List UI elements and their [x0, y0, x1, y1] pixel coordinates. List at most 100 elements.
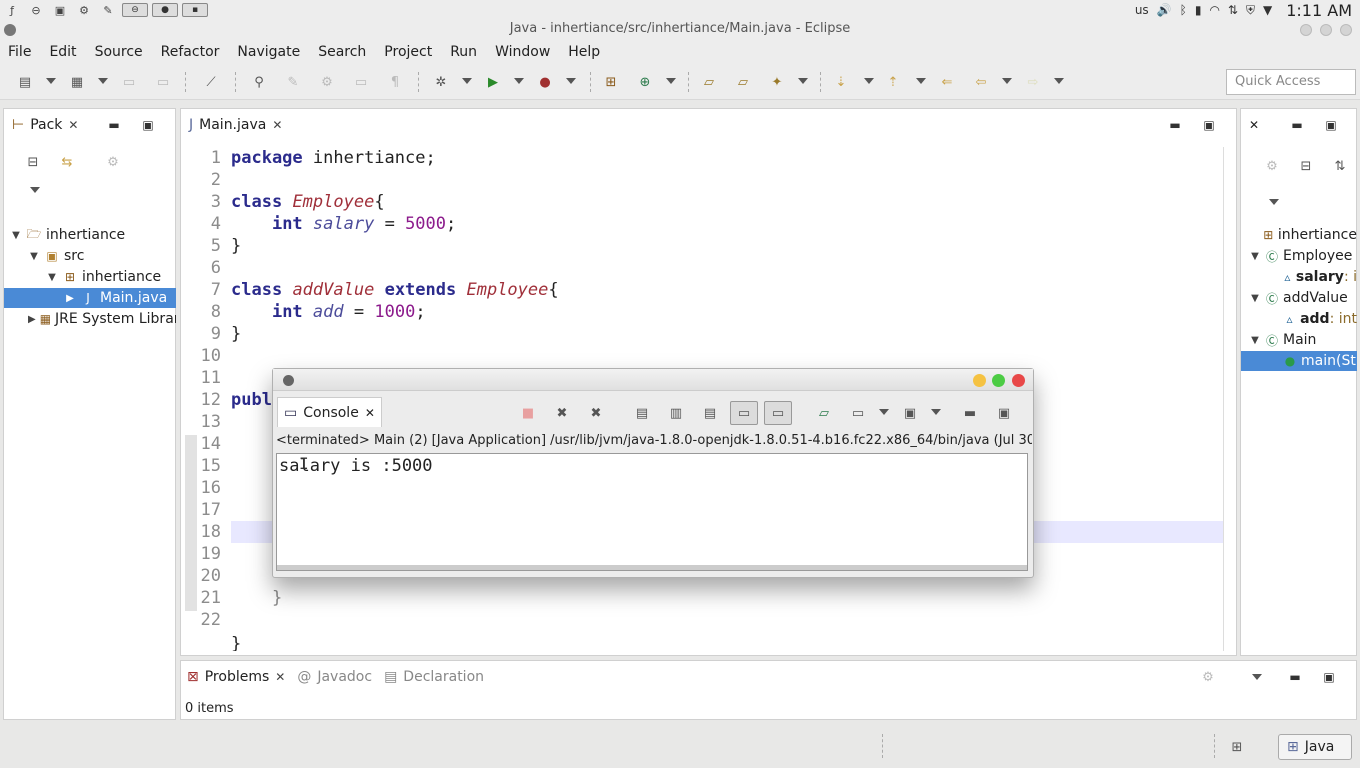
- run-external-tools-icon[interactable]: ●: [536, 73, 554, 91]
- show-when-stdout-icon[interactable]: ▭: [730, 401, 758, 425]
- run-icon[interactable]: ▶: [484, 73, 502, 91]
- previous-annotation-dropdown-chevron-icon[interactable]: [916, 78, 926, 84]
- previous-annotation-arrow-icon[interactable]: ⇡: [884, 73, 902, 91]
- remove-launch-icon[interactable]: ✖: [553, 404, 571, 422]
- open-console-chevron-icon[interactable]: [931, 409, 941, 415]
- outline-item[interactable]: ▼ Ⓒ Employee: [1241, 246, 1357, 266]
- word-wrap-icon[interactable]: ▤: [701, 404, 719, 422]
- expanded-chevron-icon[interactable]: ▼: [46, 272, 58, 283]
- new-file-icon[interactable]: ▤: [16, 73, 34, 91]
- volume-icon[interactable]: 🔊: [1157, 3, 1172, 17]
- tree-item[interactable]: ▼ ⊞ inhertiance: [4, 267, 176, 287]
- next-annotation-arrow-icon[interactable]: ⇣: [832, 73, 850, 91]
- back-dropdown-chevron-icon[interactable]: [1002, 78, 1012, 84]
- taskbar-window-3[interactable]: ▪: [182, 3, 208, 17]
- minimize-view-icon[interactable]: ▬: [1291, 119, 1303, 131]
- remove-all-terminated-icon[interactable]: ✖: [587, 404, 605, 422]
- new-package-icon[interactable]: ▦: [68, 73, 86, 91]
- block-selection-icon[interactable]: ▭: [352, 73, 370, 91]
- tray-menu-chevron-icon[interactable]: ▼: [1263, 3, 1272, 17]
- maximize-view-icon[interactable]: ▣: [1323, 671, 1335, 683]
- outline-item[interactable]: ● main(St: [1241, 351, 1357, 371]
- display-console-chevron-icon[interactable]: [879, 409, 889, 415]
- console-minimize-button[interactable]: [973, 374, 986, 387]
- view-menu-chevron-icon[interactable]: [1269, 199, 1279, 205]
- battery-icon[interactable]: ▮: [1195, 3, 1202, 17]
- menu-navigate[interactable]: Navigate: [237, 44, 300, 60]
- minimize-console-icon[interactable]: ▬: [961, 404, 979, 422]
- close-icon[interactable]: ✕: [275, 670, 285, 684]
- outline-item[interactable]: ▼ Ⓒ Main: [1241, 330, 1357, 350]
- next-annotation-dropdown-chevron-icon[interactable]: [864, 78, 874, 84]
- new-java-class-icon[interactable]: ⊕: [636, 73, 654, 91]
- maximize-console-icon[interactable]: ▣: [995, 404, 1013, 422]
- network-tools-icon[interactable]: ⚙: [74, 2, 94, 18]
- scroll-lock-icon[interactable]: ▥: [667, 404, 685, 422]
- search-dropdown-chevron-icon[interactable]: [798, 78, 808, 84]
- console-output-area[interactable]: salary is :5000 I: [276, 453, 1028, 571]
- close-icon[interactable]: ✕: [272, 118, 282, 132]
- system-clock[interactable]: 1:11 AM: [1286, 1, 1352, 20]
- new-java-package-icon[interactable]: ⊞: [602, 73, 620, 91]
- expanded-chevron-icon[interactable]: ▼: [1249, 335, 1261, 346]
- new-dropdown-chevron-icon[interactable]: [46, 78, 56, 84]
- close-icon[interactable]: ✕: [365, 406, 375, 420]
- taskbar-window-2[interactable]: ●: [152, 3, 178, 17]
- wifi-icon[interactable]: ◠: [1209, 3, 1219, 17]
- console-horizontal-scrollbar[interactable]: [277, 565, 1027, 570]
- bluetooth-icon[interactable]: ᛒ: [1180, 3, 1187, 17]
- outline-item[interactable]: ▵ add : int: [1241, 309, 1357, 329]
- show-whitespace-icon[interactable]: ¶: [386, 73, 404, 91]
- display-selected-console-icon[interactable]: ▭: [849, 404, 867, 422]
- minimize-view-icon[interactable]: ▬: [108, 119, 120, 131]
- editor-icon[interactable]: ✎: [98, 2, 118, 18]
- tree-item[interactable]: ▼ ▣ src: [4, 246, 176, 266]
- menu-source[interactable]: Source: [95, 44, 143, 60]
- save-icon[interactable]: ▭: [120, 73, 138, 91]
- run-dropdown-chevron-icon[interactable]: [514, 78, 524, 84]
- open-type-icon[interactable]: ▱: [700, 73, 718, 91]
- view-menu-icon[interactable]: ⚙: [104, 153, 122, 171]
- maximize-view-icon[interactable]: ▣: [1325, 119, 1337, 131]
- maximize-editor-icon[interactable]: ▣: [1203, 119, 1215, 131]
- new-class-dropdown-chevron-icon[interactable]: [666, 78, 676, 84]
- console-window-menu-icon[interactable]: [283, 375, 294, 386]
- tree-item[interactable]: ▶ ▦ JRE System Librar: [4, 309, 176, 329]
- minimize-view-icon[interactable]: ▬: [1289, 671, 1301, 683]
- expanded-chevron-icon[interactable]: ▼: [1249, 251, 1261, 262]
- outline-item[interactable]: ▼ ⒸaddValue: [1241, 288, 1357, 308]
- sort-icon[interactable]: ⇅: [1331, 157, 1349, 175]
- window-maximize-button[interactable]: [1320, 24, 1332, 36]
- outline-item[interactable]: ⊞ inhertiance: [1241, 225, 1357, 245]
- expanded-chevron-icon[interactable]: ▼: [10, 230, 22, 241]
- terminate-icon[interactable]: ■: [519, 404, 537, 422]
- tab-main-java[interactable]: J Main.java ✕: [181, 109, 290, 141]
- view-menu-chevron-icon[interactable]: [30, 187, 40, 193]
- hide-fields-icon[interactable]: ⚙: [1263, 157, 1281, 175]
- new-package-dropdown-chevron-icon[interactable]: [98, 78, 108, 84]
- close-icon[interactable]: ✕: [1249, 118, 1259, 132]
- back-icon[interactable]: ⇦: [972, 73, 990, 91]
- close-icon[interactable]: ✕: [68, 118, 78, 132]
- tree-item[interactable]: ▼ 🗁 inhertiance: [4, 225, 176, 245]
- security-shield-icon[interactable]: ⛨: [1246, 3, 1255, 18]
- console-close-button[interactable]: [1012, 374, 1025, 387]
- link-with-editor-icon[interactable]: ⇆: [58, 153, 76, 171]
- forward-icon[interactable]: ⇨: [1024, 73, 1042, 91]
- tab-package-explorer[interactable]: ⊢ Pack ✕: [4, 109, 86, 141]
- search-icon[interactable]: ✦: [768, 73, 786, 91]
- tab-javadoc[interactable]: @ Javadoc: [291, 661, 378, 693]
- menu-project[interactable]: Project: [384, 44, 432, 60]
- minimize-all-icon[interactable]: ⊖: [26, 2, 46, 18]
- fedora-logo-icon[interactable]: ƒ: [2, 2, 22, 18]
- menu-refactor[interactable]: Refactor: [161, 44, 220, 60]
- menu-run[interactable]: Run: [450, 44, 477, 60]
- terminal-icon[interactable]: ▣: [50, 2, 70, 18]
- collapsed-chevron-icon[interactable]: ▶: [64, 293, 76, 304]
- maximize-view-icon[interactable]: ▣: [142, 119, 154, 131]
- java-perspective-button[interactable]: ⊞ Java: [1278, 734, 1352, 760]
- open-perspective-icon[interactable]: ⊞: [1228, 738, 1246, 756]
- clear-console-icon[interactable]: ▤: [633, 404, 651, 422]
- collapsed-chevron-icon[interactable]: ▶: [28, 314, 36, 325]
- external-tools-dropdown-chevron-icon[interactable]: [566, 78, 576, 84]
